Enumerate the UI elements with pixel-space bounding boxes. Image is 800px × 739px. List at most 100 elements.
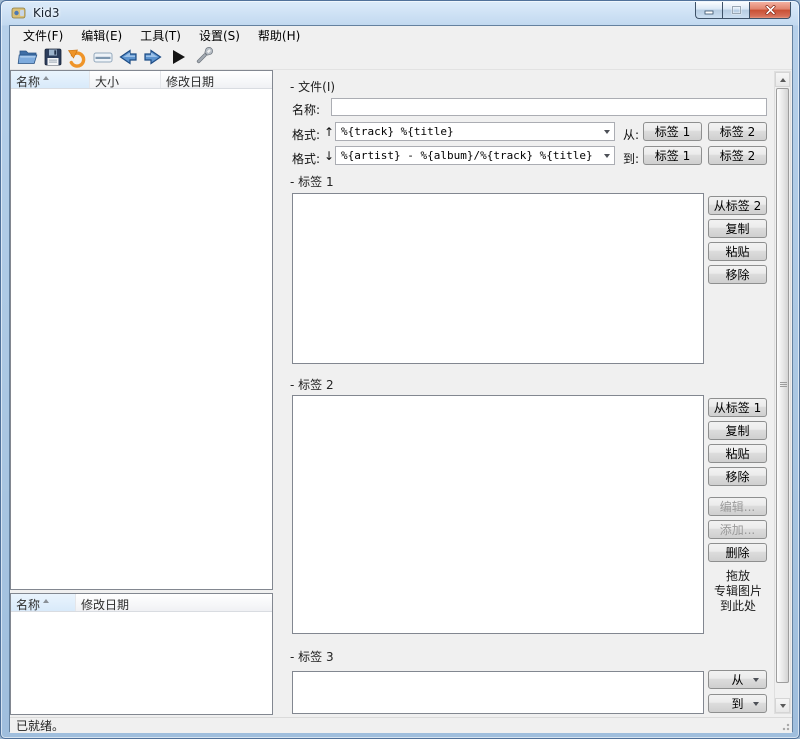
kid3-app-icon xyxy=(11,7,26,19)
combo-dropdown-icon xyxy=(600,129,614,134)
tag-editor-panel: - 文件(I) 名称: 格式: ↑ %{track} %{title} 从: 标… xyxy=(279,70,792,715)
format-to-combobox[interactable]: %{artist} - %{album}/%{track} %{title} xyxy=(335,146,615,165)
tag3-from-button[interactable]: 从 xyxy=(708,670,767,689)
collapse-icon: - xyxy=(290,80,295,94)
rename-button[interactable] xyxy=(90,46,115,69)
tag1-copy-button[interactable]: 复制 xyxy=(708,219,767,238)
maximize-button[interactable] xyxy=(722,2,749,19)
tag1-from-tag2-button[interactable]: 从标签 2 xyxy=(708,196,767,215)
format-to-value: %{artist} - %{album}/%{track} %{title} xyxy=(341,149,593,162)
file-list-body[interactable] xyxy=(11,89,272,589)
picture-edit-button[interactable]: 编辑... xyxy=(708,497,767,516)
column-header-size[interactable]: 大小 xyxy=(90,71,161,88)
tag2-copy-button[interactable]: 复制 xyxy=(708,421,767,440)
previous-file-button[interactable] xyxy=(115,46,140,69)
tag3-from-label: 从 xyxy=(731,673,744,687)
revert-arrow-icon xyxy=(67,49,85,68)
filename-from-tag1-button[interactable]: 标签 1 xyxy=(643,122,702,141)
play-icon xyxy=(172,50,185,64)
scroll-up-icon xyxy=(779,77,786,82)
menu-help[interactable]: 帮助(H) xyxy=(249,25,309,46)
open-folder-icon xyxy=(17,50,37,64)
menu-settings[interactable]: 设置(S) xyxy=(190,25,249,46)
window-controls xyxy=(695,2,791,19)
folder-list-header: 名称 修改日期 xyxy=(11,594,272,612)
file-list-header: 名称 大小 修改日期 xyxy=(11,71,272,89)
tag2-from-tag1-button[interactable]: 从标签 1 xyxy=(708,398,767,417)
folder-column-header-modified[interactable]: 修改日期 xyxy=(76,594,272,611)
tag3-section-header[interactable]: - 标签 3 xyxy=(290,648,334,665)
menu-tools[interactable]: 工具(T) xyxy=(131,25,190,46)
filename-from-tag2-button[interactable]: 标签 2 xyxy=(708,122,767,141)
tag3-to-button[interactable]: 到 xyxy=(708,694,767,713)
scroll-up-button[interactable] xyxy=(775,72,790,87)
column-header-name[interactable]: 名称 xyxy=(11,71,90,88)
wrench-icon xyxy=(196,47,213,64)
tag1-paste-button[interactable]: 粘贴 xyxy=(708,242,767,261)
tag3-frame-table[interactable] xyxy=(292,671,704,714)
titlebar[interactable]: Kid3 xyxy=(1,1,799,25)
format-to-label: 格式: xyxy=(292,152,321,166)
scrollbar-thumb[interactable] xyxy=(776,88,789,683)
resize-grip[interactable] xyxy=(780,721,790,731)
play-button[interactable] xyxy=(165,46,190,69)
scroll-down-button[interactable] xyxy=(775,698,790,713)
tag2-section-title: 标签 2 xyxy=(298,378,334,392)
next-arrow-icon xyxy=(143,49,162,65)
minimize-button[interactable] xyxy=(695,2,722,19)
tag1-remove-button[interactable]: 移除 xyxy=(708,265,767,284)
app-window: Kid3 文件(F) 编辑(E) 工具(T) 设置(S) 帮助(H) 名称 大小… xyxy=(0,0,800,739)
folder-column-header-name[interactable]: 名称 xyxy=(11,594,76,611)
collapse-icon: - xyxy=(290,650,295,664)
filename-input[interactable] xyxy=(331,98,767,116)
sort-indicator-icon xyxy=(43,599,50,603)
scrollbar-grip-icon xyxy=(780,382,787,383)
dropdown-arrow-icon xyxy=(753,678,759,682)
file-section-title: 文件(I) xyxy=(298,80,336,94)
open-button[interactable] xyxy=(15,46,40,69)
save-button[interactable] xyxy=(40,46,65,69)
tag1-section-header[interactable]: - 标签 1 xyxy=(290,173,334,190)
picture-delete-button[interactable]: 删除 xyxy=(708,543,767,562)
folder-column-label-name: 名称 xyxy=(16,598,41,611)
toolbar xyxy=(10,45,792,70)
picture-add-button[interactable]: 添加... xyxy=(708,520,767,539)
close-icon xyxy=(765,5,775,15)
filename-to-tag2-button[interactable]: 标签 2 xyxy=(708,146,767,165)
album-art-drop-zone[interactable]: 拖放 专辑图片 到此处 xyxy=(701,569,775,614)
to-label: 到: xyxy=(623,152,640,166)
file-list-panel: 名称 大小 修改日期 xyxy=(10,70,273,590)
statusbar: 已就绪。 xyxy=(10,717,792,733)
column-header-modified[interactable]: 修改日期 xyxy=(161,71,272,88)
client-area: 文件(F) 编辑(E) 工具(T) 设置(S) 帮助(H) 名称 大小 修改日期… xyxy=(9,25,793,733)
maximize-icon xyxy=(731,5,741,15)
tag-panel-scrollbar[interactable] xyxy=(774,71,791,714)
tag3-to-label: 到 xyxy=(731,697,744,711)
column-label-modified: 修改日期 xyxy=(166,75,215,88)
next-file-button[interactable] xyxy=(140,46,165,69)
from-label: 从: xyxy=(623,128,640,142)
menu-file[interactable]: 文件(F) xyxy=(14,25,72,46)
folder-list-body[interactable] xyxy=(11,612,272,714)
filename-to-tag1-button[interactable]: 标签 1 xyxy=(643,146,702,165)
tag2-remove-button[interactable]: 移除 xyxy=(708,467,767,486)
format-from-value: %{track} %{title} xyxy=(341,125,454,138)
drop-hint-line: 拖放 xyxy=(725,569,750,583)
menu-edit[interactable]: 编辑(E) xyxy=(72,25,131,46)
sort-indicator-icon xyxy=(43,76,50,80)
configure-button[interactable] xyxy=(190,46,215,69)
dropdown-arrow-icon xyxy=(753,702,759,706)
tag2-frame-table[interactable] xyxy=(292,395,704,634)
minimize-icon xyxy=(704,10,714,15)
format-from-combobox[interactable]: %{track} %{title} xyxy=(335,122,615,141)
revert-button[interactable] xyxy=(65,46,90,69)
column-label-name: 名称 xyxy=(16,75,41,88)
tag2-section-header[interactable]: - 标签 2 xyxy=(290,376,334,393)
close-button[interactable] xyxy=(749,2,791,19)
screen: Kid3 文件(F) 编辑(E) 工具(T) 设置(S) 帮助(H) 名称 大小… xyxy=(0,0,800,739)
tag1-frame-table[interactable] xyxy=(292,193,704,364)
collapse-icon: - xyxy=(290,378,295,392)
tag2-paste-button[interactable]: 粘贴 xyxy=(708,444,767,463)
folder-list-panel: 名称 修改日期 xyxy=(10,593,273,715)
file-section-header[interactable]: - 文件(I) xyxy=(290,78,335,95)
